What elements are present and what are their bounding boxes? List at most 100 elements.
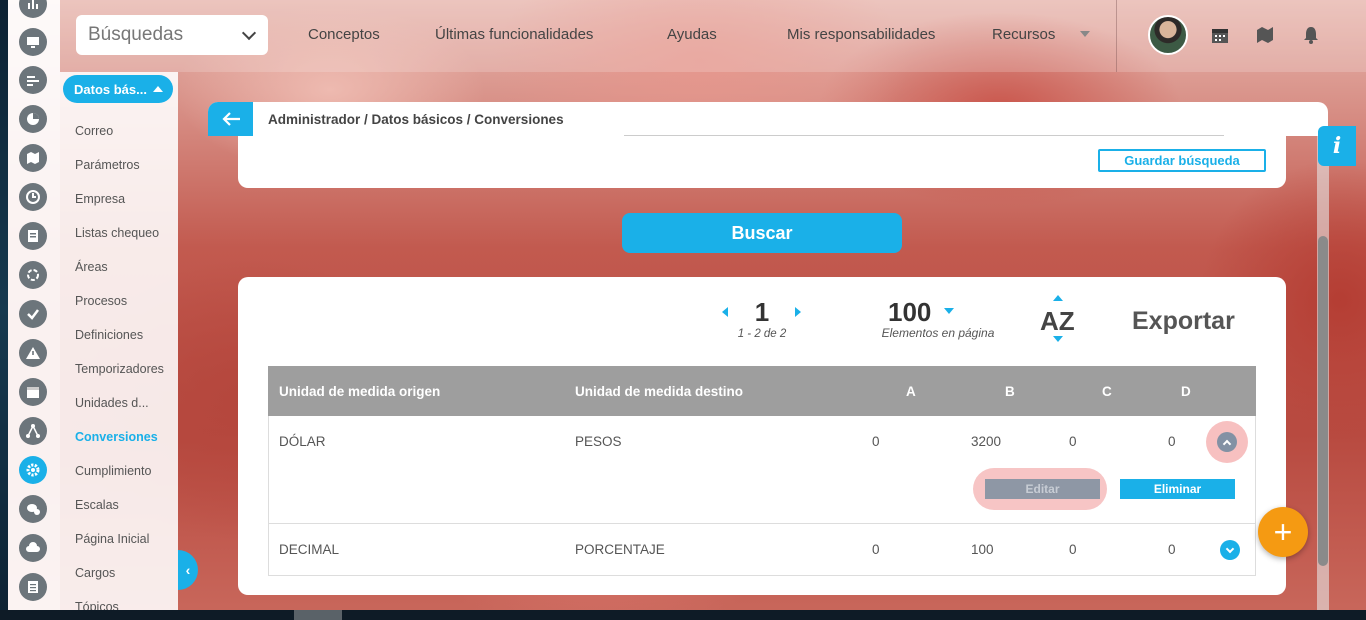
column-header-c[interactable]: C — [1102, 384, 1112, 399]
cell-b: 3200 — [971, 434, 1002, 449]
breadcrumb: Administrador / Datos básicos / Conversi… — [268, 112, 564, 127]
recursos-caret-icon[interactable] — [1080, 31, 1090, 37]
delete-button[interactable]: Eliminar — [1120, 479, 1235, 499]
pie-chart-icon[interactable] — [19, 105, 47, 133]
expand-row-icon[interactable] — [1220, 540, 1240, 560]
avatar[interactable] — [1148, 15, 1188, 55]
scrollbar-thumb[interactable] — [1318, 236, 1328, 566]
sort-az-button[interactable]: AZ — [1040, 306, 1075, 337]
gear-icon[interactable] — [19, 456, 47, 484]
cell-origen: DÓLAR — [279, 434, 326, 449]
menu-item-correo[interactable]: Correo — [75, 124, 113, 138]
header-divider — [1116, 0, 1117, 72]
chevron-left-icon: ‹ — [185, 562, 191, 578]
nav-conceptos[interactable]: Conceptos — [308, 26, 380, 43]
results-card: 1 1 - 2 de 2 100 Elementos en página AZ … — [238, 277, 1286, 595]
monitor-icon[interactable] — [19, 28, 47, 56]
icon-rail — [8, 0, 60, 610]
menu-item-cargos[interactable]: Cargos — [75, 566, 115, 580]
cell-d: 0 — [1168, 434, 1176, 449]
chevron-down-icon — [241, 25, 257, 41]
bell-icon[interactable] — [1301, 25, 1321, 45]
previous-page-icon[interactable] — [722, 307, 728, 317]
menu-item-cumplimiento[interactable]: Cumplimiento — [75, 464, 151, 478]
taskbar-item[interactable] — [294, 610, 342, 620]
cycle-icon[interactable] — [19, 261, 47, 289]
table-header: Unidad de medida origen Unidad de medida… — [268, 366, 1256, 416]
per-page-caret-icon[interactable] — [944, 308, 954, 314]
column-header-origen[interactable]: Unidad de medida origen — [279, 384, 440, 399]
cell-b: 100 — [971, 542, 994, 557]
cell-d: 0 — [1168, 542, 1176, 557]
menu-item-temporizadores[interactable]: Temporizadores — [75, 362, 164, 376]
menu-item-escalas[interactable]: Escalas — [75, 498, 119, 512]
cell-destino: PESOS — [575, 434, 622, 449]
menu-item-areas[interactable]: Áreas — [75, 260, 108, 274]
save-search-button[interactable]: Guardar búsqueda — [1098, 149, 1266, 172]
lines-icon[interactable] — [19, 66, 47, 94]
secondary-menu: Datos bás... Correo Parámetros Empresa L… — [60, 72, 178, 614]
map-icon[interactable] — [1255, 25, 1275, 45]
column-header-destino[interactable]: Unidad de medida destino — [575, 384, 743, 399]
arrow-left-icon — [221, 112, 240, 126]
desktop-edge — [0, 0, 8, 620]
menu-item-listas-chequeo[interactable]: Listas chequeo — [75, 226, 159, 240]
caret-up-icon — [152, 86, 163, 92]
sort-up-icon[interactable] — [1053, 295, 1063, 301]
list-icon[interactable] — [19, 573, 47, 601]
search-button[interactable]: Buscar — [622, 213, 902, 253]
top-bar: Búsquedas Conceptos Últimas funcionalida… — [60, 0, 1366, 72]
edit-button[interactable]: Editar — [985, 479, 1100, 499]
column-header-a[interactable]: A — [906, 384, 916, 399]
cell-c: 0 — [1069, 542, 1077, 557]
panel-header: Administrador / Datos básicos / Conversi… — [208, 102, 1328, 136]
sort-down-icon[interactable] — [1053, 336, 1063, 342]
column-header-d[interactable]: D — [1181, 384, 1191, 399]
table-row[interactable]: DÓLAR PESOS 0 3200 0 0 Editar Eliminar — [268, 416, 1256, 524]
nav-mis-responsabilidades[interactable]: Mis responsabilidades — [787, 26, 935, 43]
menu-item-parametros[interactable]: Parámetros — [75, 158, 140, 172]
info-button[interactable]: i — [1318, 126, 1356, 166]
nav-ayudas[interactable]: Ayudas — [667, 26, 717, 43]
column-header-b[interactable]: B — [1005, 384, 1015, 399]
collapse-row-icon[interactable] — [1217, 432, 1237, 452]
table-row[interactable]: DECIMAL PORCENTAJE 0 100 0 0 — [268, 524, 1256, 576]
conversions-table: Unidad de medida origen Unidad de medida… — [268, 366, 1256, 576]
menu-section-pill[interactable]: Datos bás... — [63, 75, 173, 103]
cell-c: 0 — [1069, 434, 1077, 449]
menu-section-label: Datos bás... — [74, 81, 147, 97]
clock-icon[interactable] — [19, 183, 47, 211]
nav-ultimas-funcionalidades[interactable]: Últimas funcionalidades — [435, 26, 593, 43]
bar-chart-icon[interactable] — [19, 0, 47, 18]
document-icon[interactable] — [19, 222, 47, 250]
page-range: 1 - 2 de 2 — [737, 328, 787, 340]
calendar-icon[interactable] — [1210, 25, 1230, 45]
menu-item-pagina-inicial[interactable]: Página Inicial — [75, 532, 149, 546]
menu-item-procesos[interactable]: Procesos — [75, 294, 127, 308]
menu-item-unidades[interactable]: Unidades d... — [75, 396, 149, 410]
calendar-icon[interactable] — [19, 378, 47, 406]
map-icon[interactable] — [19, 144, 47, 172]
check-icon[interactable] — [19, 300, 47, 328]
warning-icon[interactable] — [19, 339, 47, 367]
menu-item-conversiones[interactable]: Conversiones — [75, 430, 158, 444]
taskbar — [0, 610, 1366, 620]
cloud-icon[interactable] — [19, 534, 47, 562]
menu-item-empresa[interactable]: Empresa — [75, 192, 125, 206]
cell-a: 0 — [872, 542, 880, 557]
chat-icon[interactable] — [19, 495, 47, 523]
per-page-selector[interactable]: 100 — [888, 297, 931, 328]
search-card: Guardar búsqueda — [238, 136, 1286, 188]
cell-origen: DECIMAL — [279, 542, 340, 557]
export-button[interactable]: Exportar — [1132, 307, 1235, 336]
back-button[interactable] — [208, 102, 253, 136]
cell-a: 0 — [872, 434, 880, 449]
menu-item-definiciones[interactable]: Definiciones — [75, 328, 143, 342]
cell-destino: PORCENTAJE — [575, 542, 665, 557]
next-page-icon[interactable] — [795, 307, 801, 317]
network-icon[interactable] — [19, 417, 47, 445]
add-button[interactable]: + — [1258, 507, 1308, 557]
nav-recursos[interactable]: Recursos — [992, 26, 1055, 43]
search-placeholder: Búsquedas — [88, 24, 184, 45]
search-dropdown[interactable]: Búsquedas — [76, 15, 268, 55]
